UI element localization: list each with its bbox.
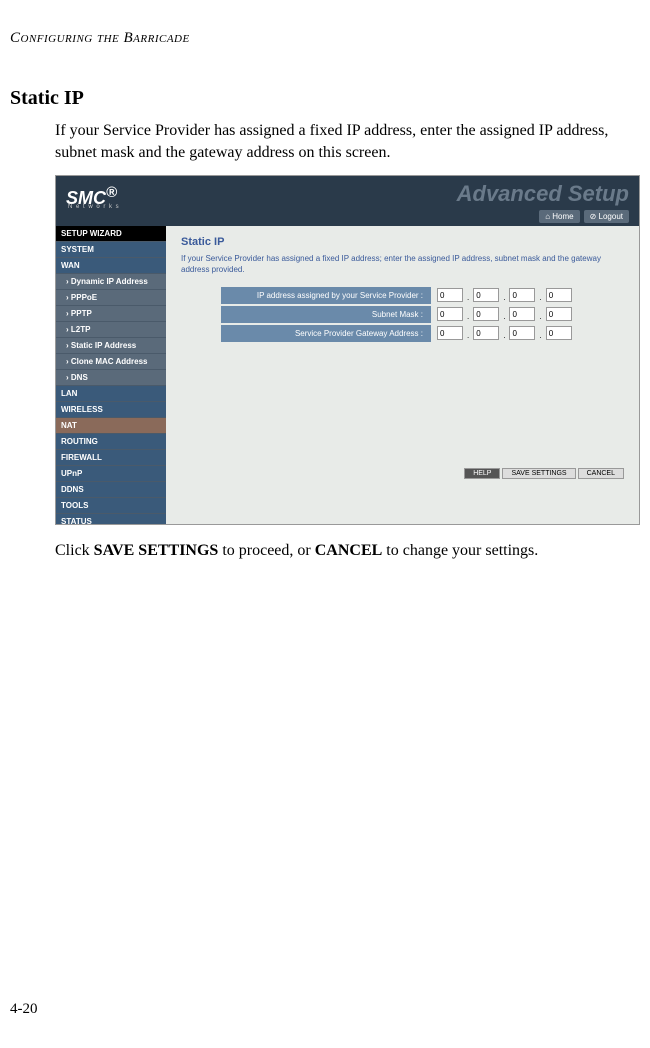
text-part-3: to change your settings. <box>382 542 538 559</box>
subnet-octet-1[interactable] <box>437 307 463 321</box>
text-part-1: Click <box>55 542 94 559</box>
running-header: Configuring the Barricade <box>10 30 650 47</box>
dot: . <box>539 312 541 321</box>
cancel-button[interactable]: CANCEL <box>578 468 624 479</box>
nav-routing[interactable]: ROUTING <box>56 434 166 450</box>
nav-wan-pppoe[interactable]: PPPoE <box>56 290 166 306</box>
nav-ddns[interactable]: DDNS <box>56 482 166 498</box>
nav-wan-pptp[interactable]: PPTP <box>56 306 166 322</box>
dot: . <box>467 312 469 321</box>
dot: . <box>539 331 541 340</box>
save-settings-button[interactable]: SAVE SETTINGS <box>502 468 575 479</box>
nav-wireless[interactable]: WIRELESS <box>56 402 166 418</box>
section-title: Static IP <box>10 87 650 110</box>
nav-lan[interactable]: LAN <box>56 386 166 402</box>
cancel-bold: CANCEL <box>315 542 383 559</box>
form-row-gateway: Service Provider Gateway Address : . . . <box>221 325 624 342</box>
gateway-inputs: . . . <box>431 326 572 340</box>
subnet-octet-4[interactable] <box>546 307 572 321</box>
ip-octet-1[interactable] <box>437 288 463 302</box>
label-ip-address: IP address assigned by your Service Prov… <box>221 287 431 304</box>
ip-octet-2[interactable] <box>473 288 499 302</box>
text-part-2: to proceed, or <box>218 542 314 559</box>
bottom-buttons: HELP SAVE SETTINGS CANCEL <box>464 468 624 479</box>
form-row-subnet: Subnet Mask : . . . <box>221 306 624 323</box>
nav-tools[interactable]: TOOLS <box>56 498 166 514</box>
nav-setup-wizard[interactable]: SETUP WIZARD <box>56 226 166 242</box>
home-button[interactable]: ⌂ Home <box>539 210 579 223</box>
dot: . <box>539 293 541 302</box>
gateway-octet-2[interactable] <box>473 326 499 340</box>
nav-upnp[interactable]: UPnP <box>56 466 166 482</box>
ip-inputs: . . . <box>431 288 572 302</box>
subnet-octet-3[interactable] <box>509 307 535 321</box>
screenshot-body: SETUP WIZARD SYSTEM WAN Dynamic IP Addre… <box>56 226 639 524</box>
panel-description: If your Service Provider has assigned a … <box>181 254 624 275</box>
nav-wan-static[interactable]: Static IP Address <box>56 338 166 354</box>
ip-octet-3[interactable] <box>509 288 535 302</box>
top-buttons: ⌂ Home ⊘ Logout <box>539 210 629 223</box>
nav-wan[interactable]: WAN <box>56 258 166 274</box>
dot: . <box>467 331 469 340</box>
label-gateway: Service Provider Gateway Address : <box>221 325 431 342</box>
nav-system[interactable]: SYSTEM <box>56 242 166 258</box>
page-number: 4-20 <box>10 1001 38 1018</box>
gateway-octet-1[interactable] <box>437 326 463 340</box>
ip-octet-4[interactable] <box>546 288 572 302</box>
logo-subtitle: N e t w o r k s <box>68 204 120 210</box>
dot: . <box>503 331 505 340</box>
nav-wan-dynamic[interactable]: Dynamic IP Address <box>56 274 166 290</box>
gateway-octet-4[interactable] <box>546 326 572 340</box>
nav-wan-dns[interactable]: DNS <box>56 370 166 386</box>
ip-form: IP address assigned by your Service Prov… <box>221 287 624 342</box>
logo-reg: ® <box>106 184 117 201</box>
subnet-inputs: . . . <box>431 307 572 321</box>
nav-status[interactable]: STATUS <box>56 514 166 525</box>
nav-wan-l2tp[interactable]: L2TP <box>56 322 166 338</box>
dot: . <box>503 293 505 302</box>
save-settings-bold: SAVE SETTINGS <box>94 542 219 559</box>
nav-firewall[interactable]: FIREWALL <box>56 450 166 466</box>
intro-paragraph: If your Service Provider has assigned a … <box>55 120 640 163</box>
form-row-ip: IP address assigned by your Service Prov… <box>221 287 624 304</box>
main-panel: Static IP If your Service Provider has a… <box>166 226 639 524</box>
advanced-setup-label: Advanced Setup <box>457 181 629 207</box>
panel-title: Static IP <box>181 236 624 248</box>
screenshot-header: SMC® N e t w o r k s Advanced Setup ⌂ Ho… <box>56 176 639 226</box>
instruction-paragraph: Click SAVE SETTINGS to proceed, or CANCE… <box>55 540 640 562</box>
gateway-octet-3[interactable] <box>509 326 535 340</box>
router-screenshot: SMC® N e t w o r k s Advanced Setup ⌂ Ho… <box>55 175 640 525</box>
label-subnet: Subnet Mask : <box>221 306 431 323</box>
subnet-octet-2[interactable] <box>473 307 499 321</box>
dot: . <box>503 312 505 321</box>
nav-wan-clone[interactable]: Clone MAC Address <box>56 354 166 370</box>
nav-nat[interactable]: NAT <box>56 418 166 434</box>
dot: . <box>467 293 469 302</box>
help-button[interactable]: HELP <box>464 468 500 479</box>
sidebar-nav: SETUP WIZARD SYSTEM WAN Dynamic IP Addre… <box>56 226 166 524</box>
logout-button[interactable]: ⊘ Logout <box>584 210 629 223</box>
